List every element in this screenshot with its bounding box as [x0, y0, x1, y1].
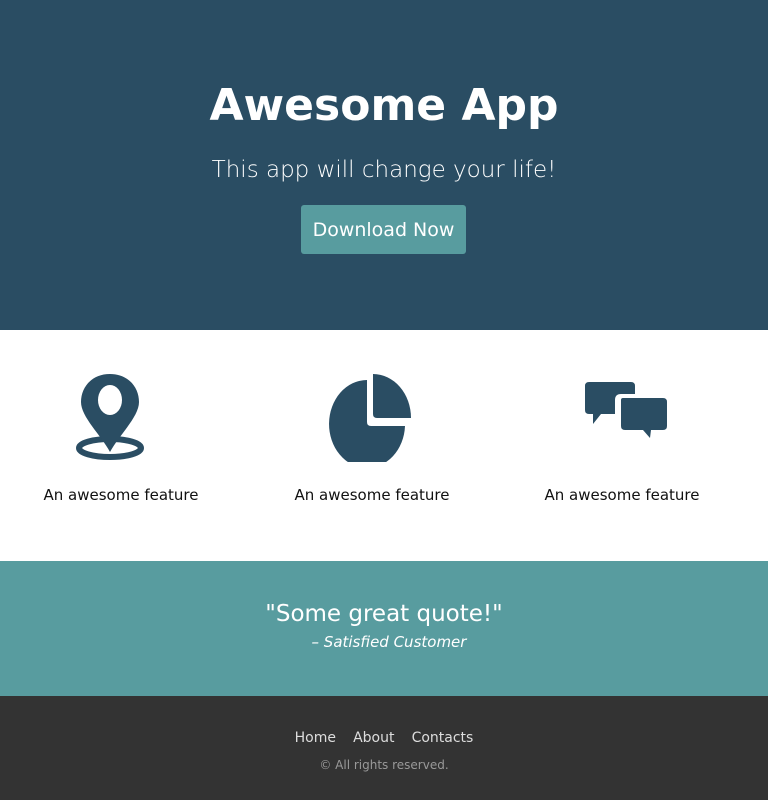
feature-label: An awesome feature — [43, 486, 199, 504]
feature-item: An awesome feature — [247, 372, 497, 504]
app-subtitle: This app will change your life! — [211, 157, 557, 183]
map-pin-icon — [76, 374, 144, 460]
feature-item: An awesome feature — [0, 372, 246, 504]
feature-item: An awesome feature — [497, 372, 747, 504]
hero-section: Awesome App This app will change your li… — [0, 0, 768, 330]
footer-nav: Home About Contacts — [0, 727, 768, 746]
testimonial-section: "Some great quote!" – Satisfied Customer — [0, 561, 768, 696]
feature-label: An awesome feature — [294, 486, 450, 504]
quote-text: "Some great quote!" — [265, 601, 503, 627]
footer-link-home[interactable]: Home — [295, 730, 336, 746]
app-title: Awesome App — [209, 80, 559, 131]
download-button[interactable]: Download Now — [301, 205, 466, 254]
quote-author: – Satisfied Customer — [311, 633, 467, 651]
footer: Home About Contacts © All rights reserve… — [0, 696, 768, 800]
pie-chart-icon — [329, 374, 411, 462]
chat-bubbles-icon — [585, 382, 667, 438]
footer-link-about[interactable]: About — [353, 730, 394, 746]
feature-label: An awesome feature — [544, 486, 700, 504]
copyright: © All rights reserved. — [319, 758, 449, 772]
footer-link-contacts[interactable]: Contacts — [412, 730, 474, 746]
features-section: An awesome feature An awesome feature An… — [0, 330, 768, 561]
